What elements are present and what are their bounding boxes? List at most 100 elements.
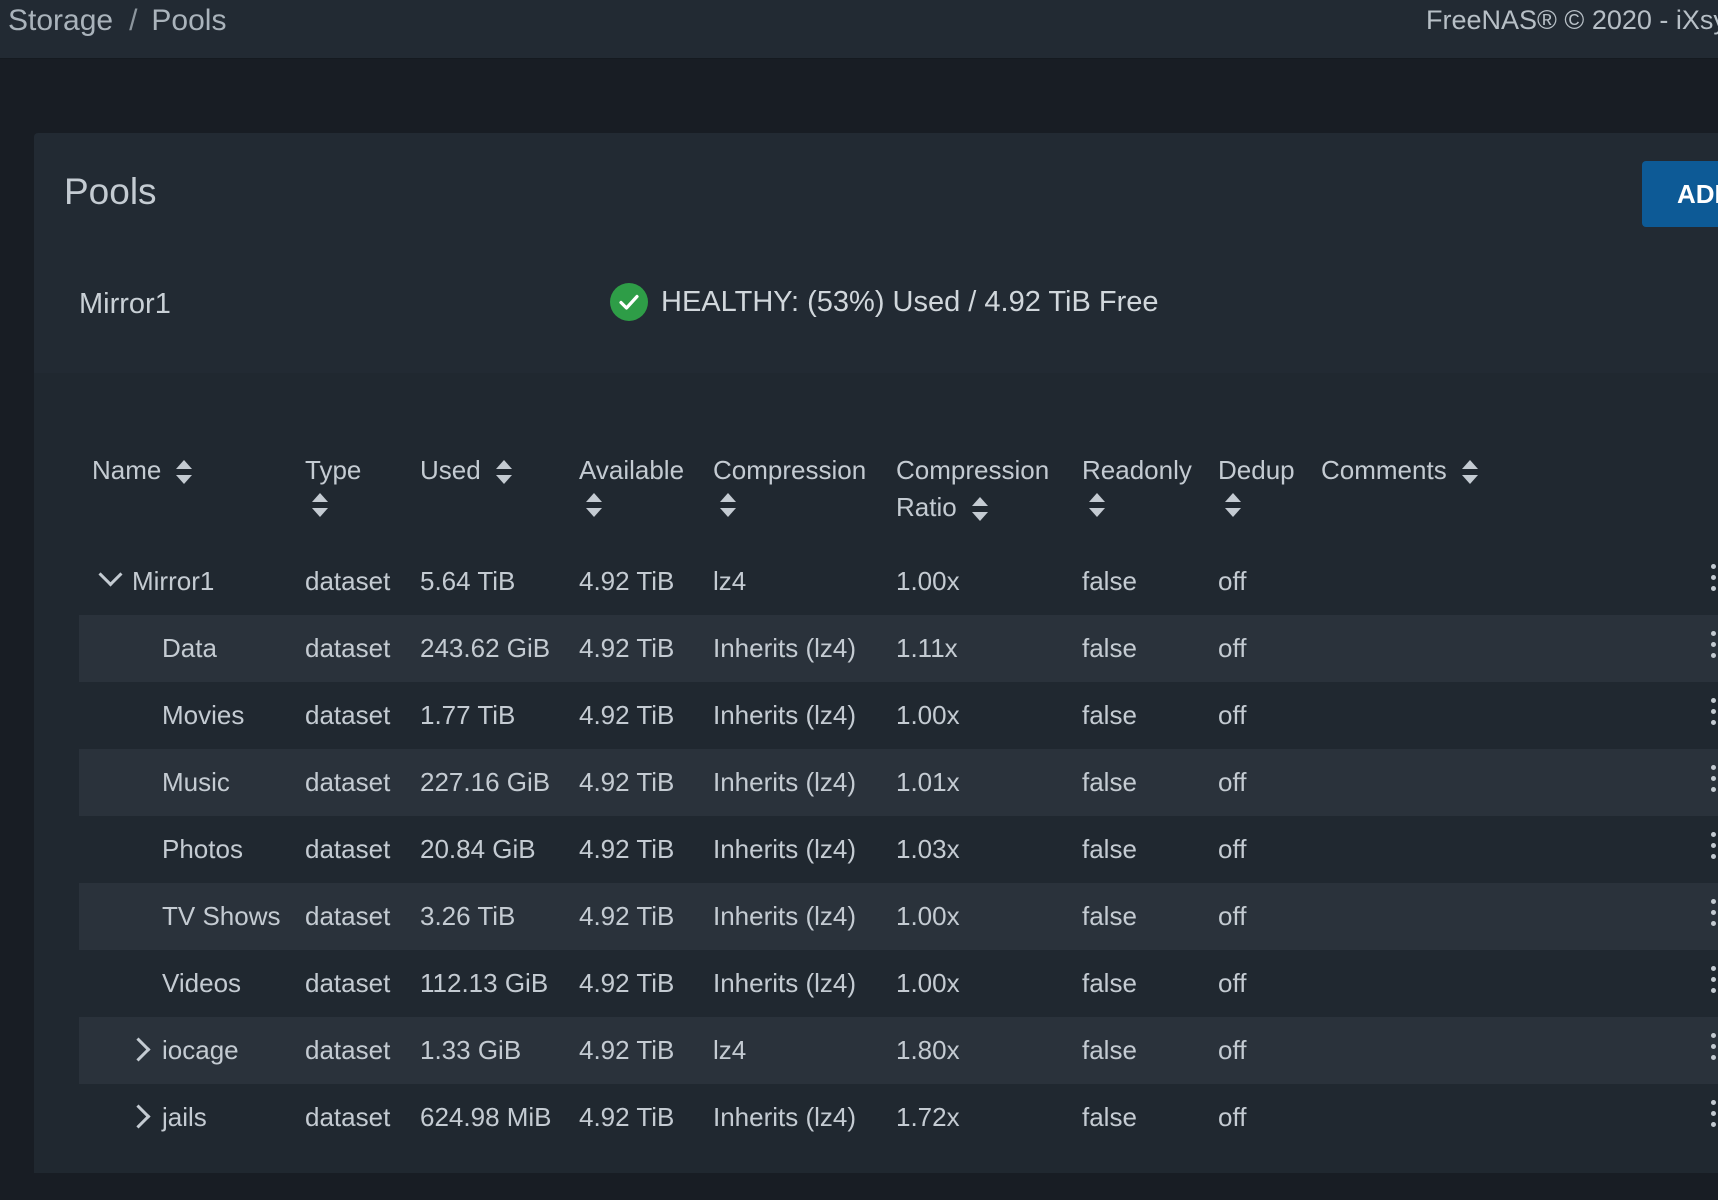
cell-type: dataset [305,633,391,663]
cell-readonly: false [1082,834,1137,864]
breadcrumb-pools: Pools [151,4,227,37]
sort-icon[interactable] [1461,460,1479,485]
more-options-icon[interactable] [1711,765,1717,797]
sort-icon[interactable] [1224,493,1242,517]
cell-ratio: 1.00x [896,968,960,998]
cell-readonly: false [1082,767,1137,797]
column-header-name[interactable]: Name [92,452,193,489]
cell-ratio: 1.00x [896,901,960,931]
cell-ratio: 1.11x [896,633,958,663]
cell-dedup: off [1218,566,1247,596]
pool-name: Mirror1 [79,288,171,320]
pool-status-text: HEALTHY: (53%) Used / 4.92 TiB Free [661,285,1159,318]
chevron-right-icon[interactable] [126,1104,151,1129]
table-row[interactable]: iocage dataset 1.33 GiB 4.92 TiB lz4 1.80x fal… [79,1017,1718,1084]
more-options-icon[interactable] [1711,832,1717,864]
sort-icon[interactable] [311,493,329,517]
cell-type: dataset [305,834,391,864]
cell-type: dataset [305,767,391,797]
cell-readonly: false [1082,633,1137,663]
chevron-right-icon[interactable] [126,1037,151,1062]
dataset-name: Data [162,633,217,663]
page-title: Pools [64,171,157,212]
cell-available: 4.92 TiB [579,968,675,998]
cell-dedup: off [1218,633,1247,663]
cell-used: 3.26 TiB [420,901,516,931]
table-row[interactable]: TV Shows dataset 3.26 TiB 4.92 TiB Inherits … [79,883,1718,950]
cell-readonly: false [1082,700,1137,730]
more-options-icon[interactable] [1711,698,1717,730]
more-options-icon[interactable] [1711,564,1717,596]
sort-icon[interactable] [1088,493,1106,517]
cell-readonly: false [1082,1102,1137,1132]
sort-icon[interactable] [971,497,989,522]
cell-dedup: off [1218,700,1247,730]
cell-readonly: false [1082,901,1137,931]
column-header-readonly[interactable]: Readonly [1082,452,1192,517]
cell-compression: lz4 [713,1035,747,1065]
sort-icon[interactable] [175,460,193,485]
cell-compression: lz4 [713,566,747,596]
cell-available: 4.92 TiB [579,901,675,931]
cell-readonly: false [1082,968,1137,998]
add-pool-button[interactable]: ADD [1642,161,1718,227]
cell-ratio: 1.00x [896,700,960,730]
cell-type: dataset [305,566,391,596]
cell-compression: Inherits (lz4) [713,901,857,931]
cell-dedup: off [1218,1102,1247,1132]
cell-compression: Inherits (lz4) [713,633,857,663]
check-circle-icon [610,283,648,321]
table-row[interactable]: Videos dataset 112.13 GiB 4.92 TiB Inherits … [79,950,1718,1017]
more-options-icon[interactable] [1711,1100,1717,1132]
cell-readonly: false [1082,566,1137,596]
cell-available: 4.92 TiB [579,1102,675,1132]
cell-available: 4.92 TiB [579,767,675,797]
column-header-available[interactable]: Available [579,452,684,517]
table-row[interactable]: Data dataset 243.62 GiB 4.92 TiB Inherits (l… [79,615,1718,682]
chevron-down-icon[interactable] [98,562,123,587]
cell-used: 5.64 TiB [420,566,516,596]
more-options-icon[interactable] [1711,966,1717,998]
cell-type: dataset [305,968,391,998]
table-row[interactable]: Mirror1 dataset 5.64 TiB 4.92 TiB lz4 1.00x fa… [79,548,1718,615]
sort-icon[interactable] [585,493,603,517]
copyright-text[interactable]: FreeNAS® © 2020 - iXsystems [1426,5,1718,36]
more-options-icon[interactable] [1711,631,1717,663]
dataset-name: Movies [162,700,245,730]
cell-dedup: off [1218,901,1247,931]
table-row[interactable]: Photos dataset 20.84 GiB 4.92 TiB Inherits (… [79,816,1718,883]
dataset-name: Music [162,767,230,797]
table-row[interactable]: jails dataset 624.98 MiB 4.92 TiB Inherits (… [79,1084,1718,1151]
cell-ratio: 1.80x [896,1035,960,1065]
column-header-type[interactable]: Type [305,452,361,517]
cell-compression: Inherits (lz4) [713,767,857,797]
cell-used: 243.62 GiB [420,633,551,663]
more-options-icon[interactable] [1711,899,1717,931]
breadcrumb-storage[interactable]: Storage [8,4,113,37]
cell-type: dataset [305,700,391,730]
pool-status: HEALTHY: (53%) Used / 4.92 TiB Free [610,283,1159,321]
cell-compression: Inherits (lz4) [713,1102,857,1132]
cell-available: 4.92 TiB [579,633,675,663]
cell-available: 4.92 TiB [579,1035,675,1065]
more-options-icon[interactable] [1711,1033,1717,1065]
sort-icon[interactable] [719,493,737,517]
cell-available: 4.92 TiB [579,700,675,730]
cell-type: dataset [305,1035,391,1065]
column-header-used[interactable]: Used [420,452,513,489]
column-header-dedup[interactable]: Dedup [1218,452,1295,517]
column-header-comments[interactable]: Comments [1321,452,1479,489]
dataset-name: TV Shows [162,901,281,931]
sort-icon[interactable] [495,460,513,485]
dataset-name: iocage [162,1035,239,1065]
table-row[interactable]: Movies dataset 1.77 TiB 4.92 TiB Inherits (l… [79,682,1718,749]
column-header-compression[interactable]: Compression [713,452,866,517]
cell-used: 20.84 GiB [420,834,536,864]
cell-dedup: off [1218,968,1247,998]
cell-readonly: false [1082,1035,1137,1065]
cell-compression: Inherits (lz4) [713,834,857,864]
cell-ratio: 1.03x [896,834,960,864]
column-header-compression-ratio[interactable]: Compression Ratio [896,452,1049,526]
dataset-name: Photos [162,834,243,864]
table-row[interactable]: Music dataset 227.16 GiB 4.92 TiB Inherits (… [79,749,1718,816]
